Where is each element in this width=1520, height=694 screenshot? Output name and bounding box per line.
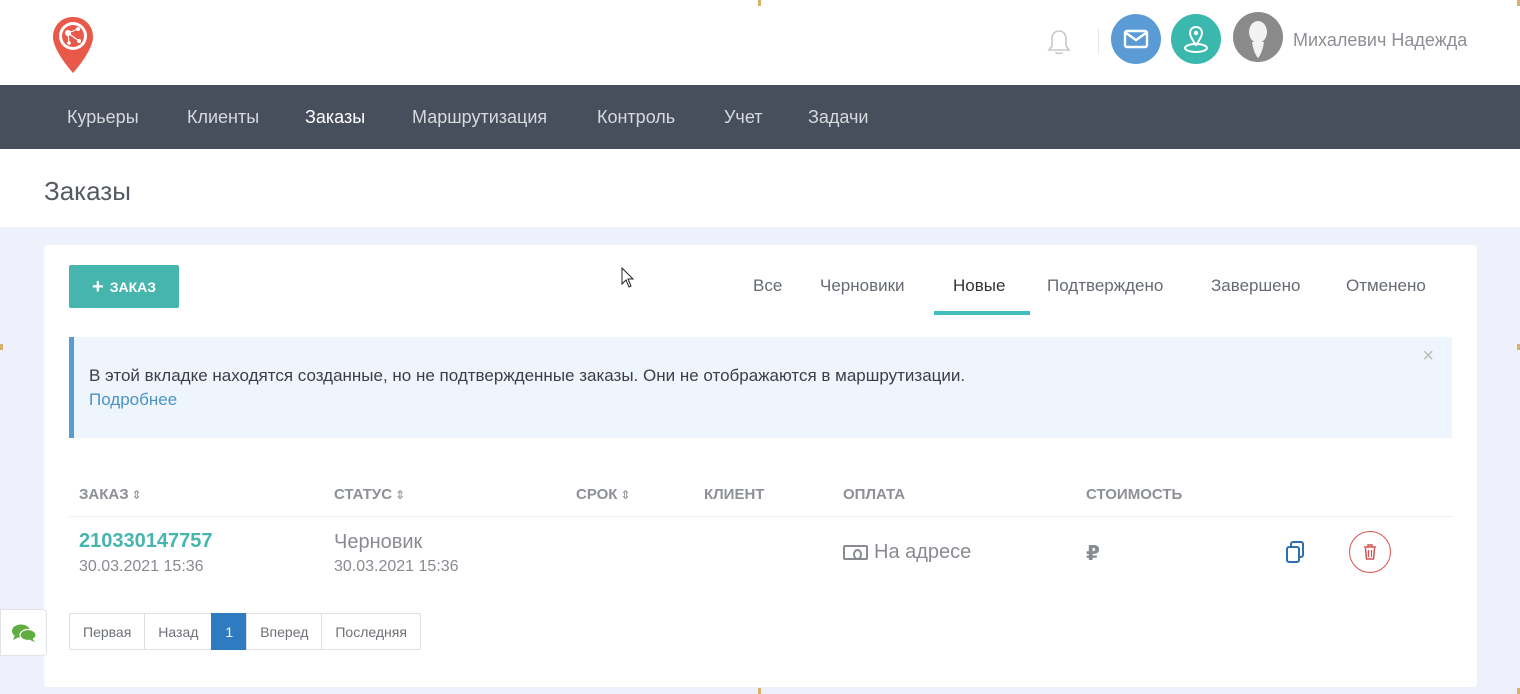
pagination-next[interactable]: Вперед bbox=[246, 613, 323, 650]
page-title: Заказы bbox=[44, 176, 131, 206]
order-status: Черновик bbox=[334, 531, 423, 553]
tab-cancelled[interactable]: Отменено bbox=[1346, 276, 1426, 296]
orders-card: + ЗАКАЗ Все Черновики Новые Подтверждено… bbox=[44, 245, 1477, 687]
nav-item-tasks[interactable]: Задачи bbox=[808, 107, 868, 128]
nav-item-orders[interactable]: Заказы bbox=[305, 107, 365, 128]
nav-item-control[interactable]: Контроль bbox=[597, 107, 675, 128]
chat-widget-button[interactable] bbox=[0, 609, 47, 656]
pagination-current-page[interactable]: 1 bbox=[211, 613, 248, 650]
column-header-payment: ОПЛАТА bbox=[843, 486, 906, 503]
page-header: Заказы bbox=[0, 149, 1520, 227]
column-header-order-label: ЗАКАЗ bbox=[79, 486, 129, 503]
frame-marker bbox=[0, 344, 3, 350]
bell-icon[interactable] bbox=[1046, 28, 1072, 56]
main-nav: Курьеры Клиенты Заказы Маршрутизация Кон… bbox=[0, 85, 1520, 149]
nav-item-clients[interactable]: Клиенты bbox=[187, 107, 259, 128]
nav-item-accounting[interactable]: Учет bbox=[724, 107, 762, 128]
tab-new[interactable]: Новые bbox=[953, 276, 1005, 296]
close-icon[interactable]: × bbox=[1422, 345, 1434, 368]
envelope-icon bbox=[1123, 29, 1149, 49]
header-divider bbox=[1098, 28, 1099, 54]
column-header-client: КЛИЕНТ bbox=[704, 486, 765, 503]
top-bar: Михалевич Надежда bbox=[0, 0, 1520, 85]
payment-label: На адресе bbox=[874, 541, 972, 563]
nav-item-couriers[interactable]: Курьеры bbox=[67, 107, 139, 128]
sort-icon: ⇕ bbox=[620, 488, 630, 502]
alert-more-link[interactable]: Подробнее bbox=[89, 390, 177, 410]
cash-icon bbox=[843, 545, 868, 560]
sort-icon: ⇕ bbox=[395, 488, 405, 502]
pagination-first[interactable]: Первая bbox=[69, 613, 146, 650]
add-order-label: ЗАКАЗ bbox=[109, 278, 156, 295]
trash-icon bbox=[1364, 544, 1376, 560]
column-header-status[interactable]: СТАТУС ⇕ bbox=[334, 486, 405, 503]
delete-button[interactable] bbox=[1349, 531, 1391, 573]
copy-icon[interactable] bbox=[1284, 540, 1306, 564]
logo-icon[interactable] bbox=[50, 15, 96, 75]
column-header-cost: СТОИМОСТЬ bbox=[1086, 486, 1183, 503]
column-header-deadline-label: СРОК bbox=[576, 486, 618, 503]
map-button[interactable] bbox=[1171, 14, 1221, 64]
info-alert: В этой вкладке находятся созданные, но н… bbox=[69, 337, 1452, 438]
alert-text: В этой вкладке находятся созданные, но н… bbox=[89, 366, 966, 385]
pagination: Первая Назад 1 Вперед Последняя bbox=[69, 613, 421, 650]
column-header-order[interactable]: ЗАКАЗ ⇕ bbox=[79, 486, 142, 503]
frame-marker bbox=[758, 688, 761, 694]
tab-confirmed[interactable]: Подтверждено bbox=[1047, 276, 1163, 296]
user-silhouette-icon bbox=[1249, 21, 1267, 58]
add-order-button[interactable]: + ЗАКАЗ bbox=[69, 265, 179, 308]
order-number-link[interactable]: 210330147757 bbox=[79, 530, 212, 553]
plus-icon: + bbox=[92, 275, 104, 298]
pagination-prev[interactable]: Назад bbox=[144, 613, 213, 650]
column-header-status-label: СТАТУС bbox=[334, 486, 393, 503]
payment-method: На адресе bbox=[843, 541, 971, 564]
sort-icon: ⇕ bbox=[131, 488, 142, 502]
user-avatar[interactable] bbox=[1233, 12, 1283, 62]
nav-item-routing[interactable]: Маршрутизация bbox=[412, 107, 547, 128]
order-cost: ₽ bbox=[1086, 543, 1100, 565]
table-divider bbox=[69, 516, 1452, 517]
messages-button[interactable] bbox=[1111, 14, 1161, 64]
user-name[interactable]: Михалевич Надежда bbox=[1293, 30, 1467, 51]
order-date: 30.03.2021 15:36 bbox=[79, 558, 204, 575]
tab-completed[interactable]: Завершено bbox=[1211, 276, 1300, 296]
column-header-deadline[interactable]: СРОК ⇕ bbox=[576, 486, 631, 503]
frame-marker bbox=[758, 0, 761, 6]
active-tab-indicator bbox=[934, 311, 1030, 315]
chat-bubbles-icon bbox=[11, 624, 37, 642]
status-date: 30.03.2021 15:36 bbox=[334, 558, 459, 575]
mouse-cursor-icon bbox=[621, 267, 635, 288]
pagination-last[interactable]: Последняя bbox=[321, 613, 421, 650]
tab-drafts[interactable]: Черновики bbox=[820, 276, 905, 296]
tab-all[interactable]: Все bbox=[753, 276, 782, 296]
map-marker-icon bbox=[1184, 25, 1208, 53]
